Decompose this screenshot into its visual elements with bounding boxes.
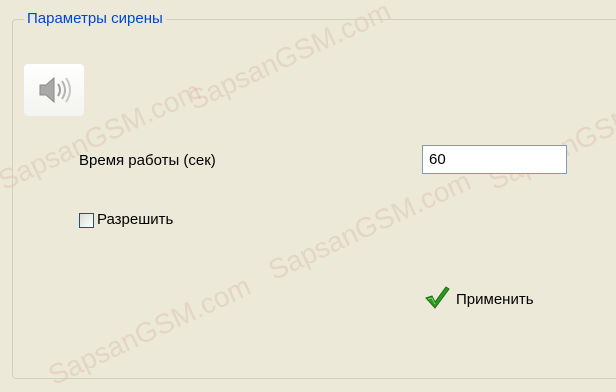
speaker-icon: [24, 64, 84, 116]
apply-button[interactable]: Применить: [424, 285, 534, 313]
checkmark-icon: [424, 285, 456, 313]
work-time-label: Время работы (сек): [79, 152, 216, 169]
enable-checkbox[interactable]: [79, 212, 94, 228]
apply-button-label: Применить: [456, 290, 534, 308]
group-title: Параметры сирены: [24, 9, 166, 29]
enable-checkbox-label[interactable]: Разрешить: [97, 210, 173, 230]
siren-settings-group: [12, 19, 616, 379]
enable-checkbox-row[interactable]: Разрешить: [79, 210, 173, 230]
work-time-input[interactable]: [422, 145, 567, 174]
